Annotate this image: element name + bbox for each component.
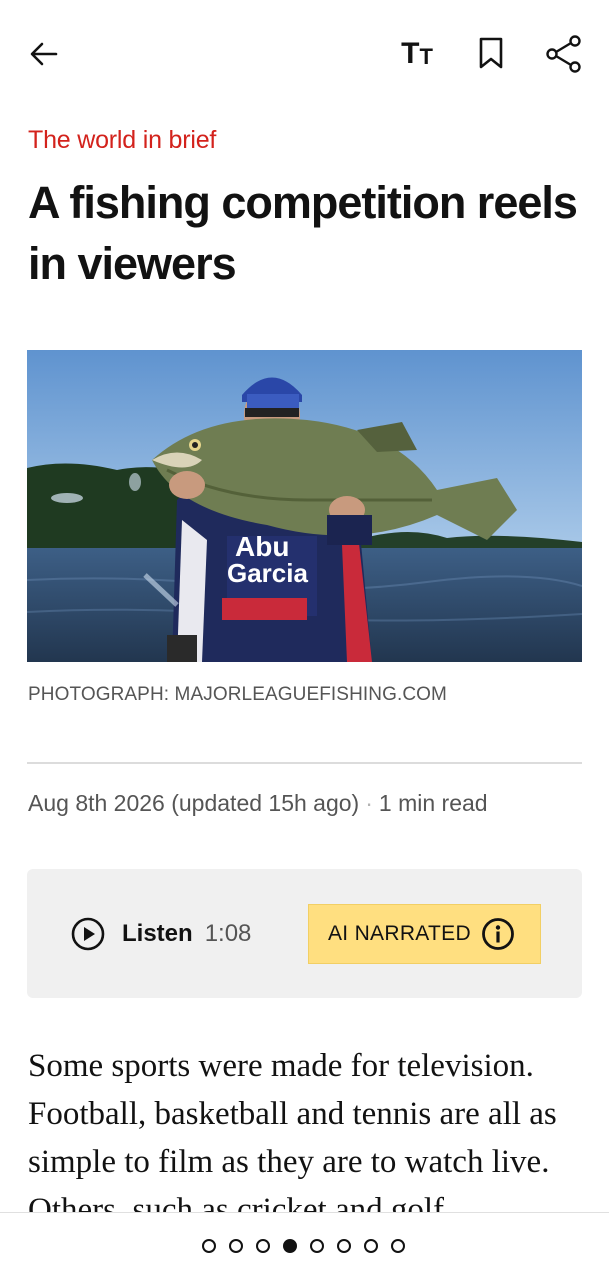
listen-button[interactable]: Listen 1:08 [71, 916, 251, 952]
page-dot[interactable] [310, 1239, 324, 1253]
page-indicator [202, 1239, 405, 1253]
article-dateline: Aug 8th 2026 (updated 15h ago) · 1 min rea… [28, 790, 488, 817]
page-dot[interactable] [202, 1239, 216, 1253]
text-size-button[interactable]: T T [396, 36, 438, 72]
share-button[interactable] [545, 34, 583, 74]
top-toolbar: T T [0, 0, 609, 110]
article-body: Some sports were made for television. Fo… [28, 1048, 557, 1212]
ai-narrated-label: AI NARRATED [328, 922, 471, 945]
arrow-left-icon [30, 42, 58, 66]
text-size-large-glyph: T [401, 37, 420, 70]
page-dot[interactable] [391, 1239, 405, 1253]
page-dot[interactable] [283, 1239, 297, 1253]
page-dot[interactable] [337, 1239, 351, 1253]
audio-duration: 1:08 [204, 920, 252, 947]
angler-holding-bass-image: Abu Garcia [27, 350, 582, 662]
read-time: 1 min read [378, 790, 488, 816]
page-dot[interactable] [364, 1239, 378, 1253]
page-dot[interactable] [256, 1239, 270, 1253]
svg-text:Garcia: Garcia [227, 558, 308, 588]
text-size-small-glyph: T [419, 44, 433, 69]
back-button[interactable] [26, 36, 62, 72]
info-icon[interactable] [481, 917, 515, 951]
divider [27, 762, 582, 764]
section-label[interactable]: The world in brief [28, 126, 216, 155]
separator-dot: · [365, 790, 373, 816]
ai-narrated-badge[interactable]: AI NARRATED [308, 904, 541, 964]
bookmark-icon [479, 37, 503, 69]
bottom-bar [0, 1212, 609, 1280]
page-dot[interactable] [229, 1239, 243, 1253]
audio-player: Listen 1:08 AI NARRATED [27, 869, 582, 998]
publish-date: Aug 8th 2026 (updated 15h ago) [28, 790, 360, 816]
photo-caption: PHOTOGRAPH: MAJORLEAGUEFISHING.COM [28, 684, 447, 705]
listen-label: Listen [122, 920, 193, 947]
bookmark-button[interactable] [474, 34, 508, 72]
article-headline: A fishing competition reels in viewers [28, 177, 578, 289]
play-circle-icon [71, 917, 105, 951]
share-icon [546, 35, 581, 73]
article-photo: Abu Garcia [27, 350, 582, 662]
